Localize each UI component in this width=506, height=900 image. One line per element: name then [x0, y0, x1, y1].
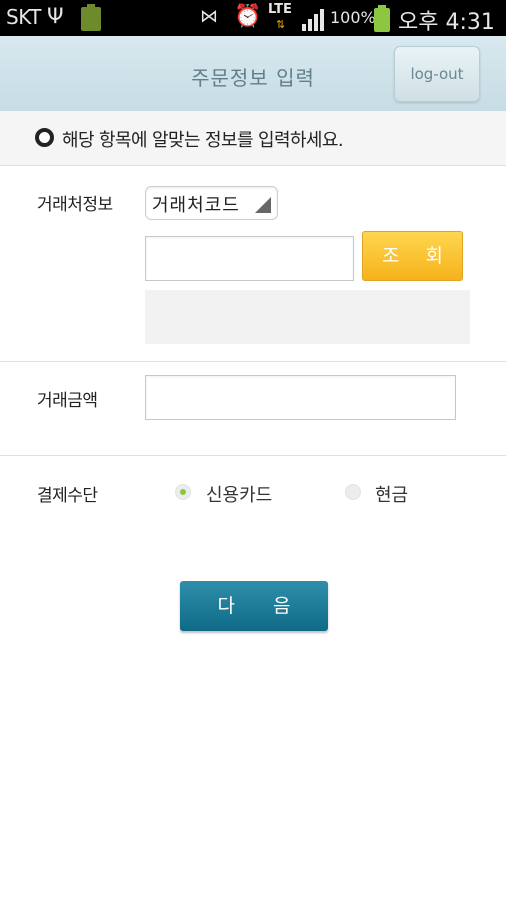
divider	[0, 361, 506, 362]
radio-cash-label[interactable]: 현금	[375, 481, 408, 507]
lookup-button[interactable]: 조 회	[362, 231, 463, 281]
battery-percent: 100%	[330, 8, 376, 27]
dropdown-corner-icon	[255, 197, 271, 213]
info-message: 해당 항목에 알맞는 정보를 입력하세요.	[62, 130, 344, 151]
radio-cash[interactable]	[345, 484, 361, 500]
divider	[0, 455, 506, 456]
client-code-input[interactable]	[145, 236, 354, 281]
payment-method-label: 결제수단	[37, 486, 98, 506]
info-bar: 해당 항목에 알맞는 정보를 입력하세요.	[0, 111, 506, 166]
logout-button[interactable]: log-out	[394, 46, 480, 102]
client-info-label: 거래처정보	[37, 195, 113, 215]
client-result-box	[145, 290, 470, 344]
battery-icon	[374, 5, 390, 32]
clock: 오후 4:31	[398, 10, 495, 35]
client-type-select-value: 거래처코드	[152, 195, 240, 216]
radio-credit-card-label[interactable]: 신용카드	[206, 481, 272, 507]
status-bar: SKT Ψ ⋈ ⏰ LTE ⇅ 100% 오후 4:31	[0, 0, 506, 36]
alarm-icon: ⏰	[234, 4, 262, 29]
client-type-select[interactable]: 거래처코드	[145, 186, 278, 220]
usb-icon: Ψ	[47, 4, 64, 28]
data-arrows-icon: ⇅	[276, 18, 286, 31]
vibrate-icon: ⋈	[200, 6, 218, 27]
notification-battery-icon	[81, 4, 101, 31]
app-header: 주문정보 입력 log-out	[0, 36, 506, 111]
ring-bullet-icon	[35, 128, 54, 147]
amount-label: 거래금액	[37, 391, 98, 411]
radio-credit-card[interactable]	[175, 484, 191, 500]
lte-label: LTE	[268, 2, 292, 17]
signal-icon	[302, 7, 328, 31]
amount-input[interactable]	[145, 375, 456, 420]
carrier-label: SKT	[6, 5, 41, 29]
next-button[interactable]: 다 음	[180, 581, 328, 631]
